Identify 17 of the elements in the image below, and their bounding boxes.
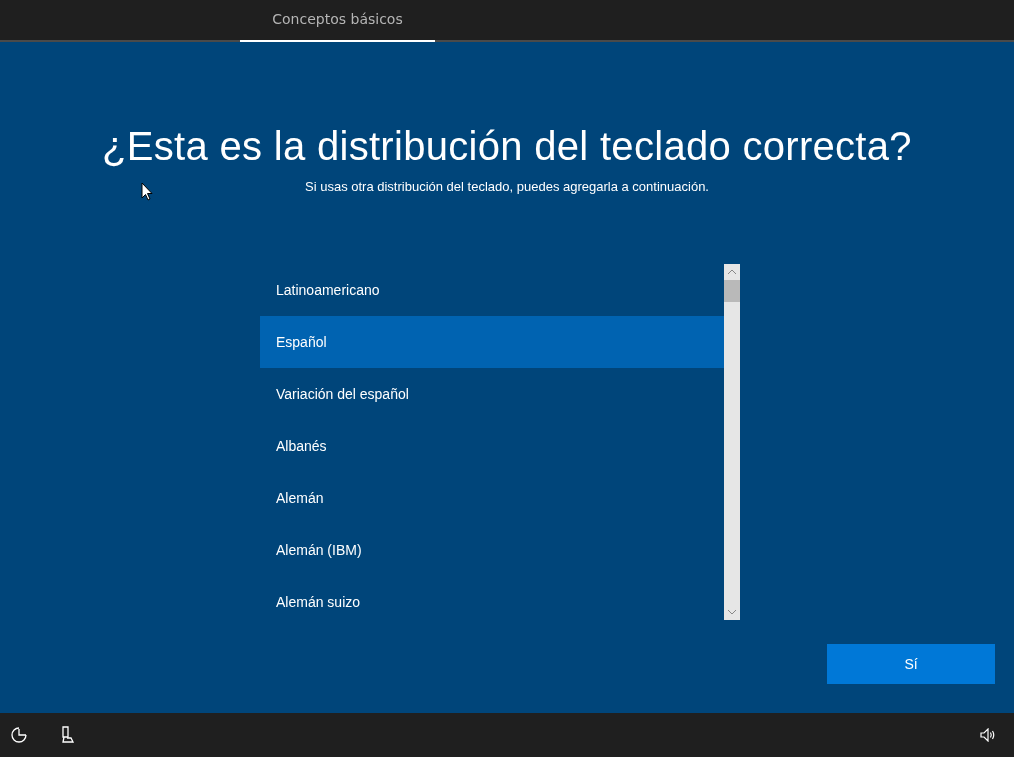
scroll-up-icon[interactable] <box>727 269 737 275</box>
scrollbar[interactable] <box>724 264 740 620</box>
page-title: ¿Esta es la distribución del teclado correcta? <box>102 124 912 169</box>
scroll-down-icon[interactable] <box>727 609 737 615</box>
page-subtitle: Si usas otra distribución del teclado, puedes agregarla a continuación. <box>305 179 709 194</box>
keyboard-layout-item[interactable]: Latinoamericano <box>260 264 724 316</box>
yes-button[interactable]: Sí <box>827 644 995 684</box>
keyboard-layout-item[interactable]: Variación del español <box>260 368 724 420</box>
scrollbar-thumb[interactable] <box>724 280 740 302</box>
keyboard-layout-item[interactable]: Alemán suizo <box>260 576 724 628</box>
keyboard-layout-item[interactable]: Alemán <box>260 472 724 524</box>
keyboard-layout-item[interactable]: Español <box>260 316 724 368</box>
speaker-icon[interactable] <box>980 728 996 742</box>
keyboard-layout-item[interactable]: Albanés <box>260 420 724 472</box>
step-tab[interactable]: Conceptos básicos <box>240 0 435 42</box>
mouse-pointer-icon <box>141 182 153 201</box>
keyboard-layout-item[interactable]: Alemán (IBM) <box>260 524 724 576</box>
